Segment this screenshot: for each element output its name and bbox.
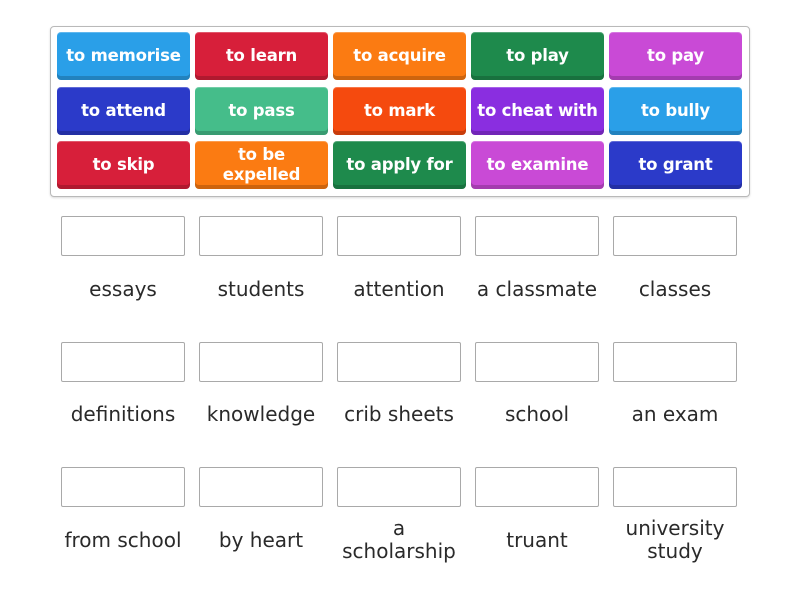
target-label-text: by heart (218, 527, 304, 552)
drop-slot[interactable] (199, 467, 323, 507)
draggable-tile[interactable]: to skip (57, 141, 190, 189)
draggable-tile[interactable]: to acquire (333, 32, 466, 80)
tile-label: to be expelled (222, 145, 301, 184)
drop-slot[interactable] (475, 467, 599, 507)
target-label-text: an exam (631, 401, 719, 426)
draggable-tile[interactable]: to pass (195, 87, 328, 135)
target-label-text: crib sheets (344, 401, 454, 426)
tile-label: to pay (647, 46, 704, 65)
drop-slot[interactable] (199, 342, 323, 382)
target-label: truant (468, 515, 606, 565)
target-label: a classmate (468, 264, 606, 314)
drop-slot[interactable] (613, 467, 737, 507)
tile-label: to cheat with (477, 101, 598, 120)
target-label-text: essays (89, 276, 157, 301)
target-label: knowledge (192, 389, 330, 439)
target-label-text: attention (353, 276, 445, 301)
target-label: from school (54, 515, 192, 565)
target-label-text: a classmate (476, 276, 598, 301)
target-label-text: a scholarship (342, 517, 456, 563)
drop-slot[interactable] (613, 342, 737, 382)
target-label: school (468, 389, 606, 439)
draggable-tile[interactable]: to cheat with (471, 87, 604, 135)
tile-label: to memorise (66, 46, 181, 65)
target-label-text: university study (625, 516, 725, 563)
target-label: an exam (606, 389, 744, 439)
target-label-text: students (217, 276, 305, 301)
drop-slot[interactable] (337, 467, 461, 507)
draggable-tile[interactable]: to play (471, 32, 604, 80)
target-label: by heart (192, 515, 330, 565)
draggable-tile[interactable]: to mark (333, 87, 466, 135)
drop-slot[interactable] (337, 216, 461, 256)
draggable-tile[interactable]: to grant (609, 141, 742, 189)
drop-slot[interactable] (475, 216, 599, 256)
draggable-tile[interactable]: to memorise (57, 32, 190, 80)
target-label: definitions (54, 389, 192, 439)
tile-label: to examine (486, 155, 589, 174)
drop-slot[interactable] (475, 342, 599, 382)
tile-label: to apply for (346, 155, 453, 174)
tile-label: to attend (81, 101, 166, 120)
tile-label: to bully (641, 101, 710, 120)
drop-slot[interactable] (61, 216, 185, 256)
draggable-tile[interactable]: to apply for (333, 141, 466, 189)
draggable-tile[interactable]: to examine (471, 141, 604, 189)
drop-slot[interactable] (61, 467, 185, 507)
tile-label: to acquire (353, 46, 446, 65)
drop-slot[interactable] (61, 342, 185, 382)
target-label-text: truant (506, 527, 568, 552)
draggable-tile[interactable]: to learn (195, 32, 328, 80)
target-label-text: knowledge (206, 401, 316, 426)
target-label: crib sheets (330, 389, 468, 439)
target-label-text: from school (64, 527, 182, 552)
target-label: essays (54, 264, 192, 314)
draggable-tile[interactable]: to bully (609, 87, 742, 135)
tile-label: to mark (363, 101, 435, 120)
drop-slot[interactable] (337, 342, 461, 382)
drop-slot[interactable] (613, 216, 737, 256)
tile-label: to play (506, 46, 569, 65)
draggable-tile[interactable]: to be expelled (195, 141, 328, 189)
target-label: attention (330, 264, 468, 314)
drop-slot[interactable] (199, 216, 323, 256)
target-label: university study (606, 515, 744, 565)
target-label-text: school (504, 401, 570, 426)
target-label: students (192, 264, 330, 314)
tile-label: to skip (92, 155, 155, 174)
tile-label: to pass (228, 101, 295, 120)
target-label-text: definitions (70, 401, 176, 426)
target-label-text: classes (638, 276, 712, 301)
draggable-tile[interactable]: to pay (609, 32, 742, 80)
draggable-tile[interactable]: to attend (57, 87, 190, 135)
tile-label: to learn (225, 46, 298, 65)
target-label: a scholarship (330, 515, 468, 565)
target-label: classes (606, 264, 744, 314)
tile-label: to grant (638, 155, 713, 174)
